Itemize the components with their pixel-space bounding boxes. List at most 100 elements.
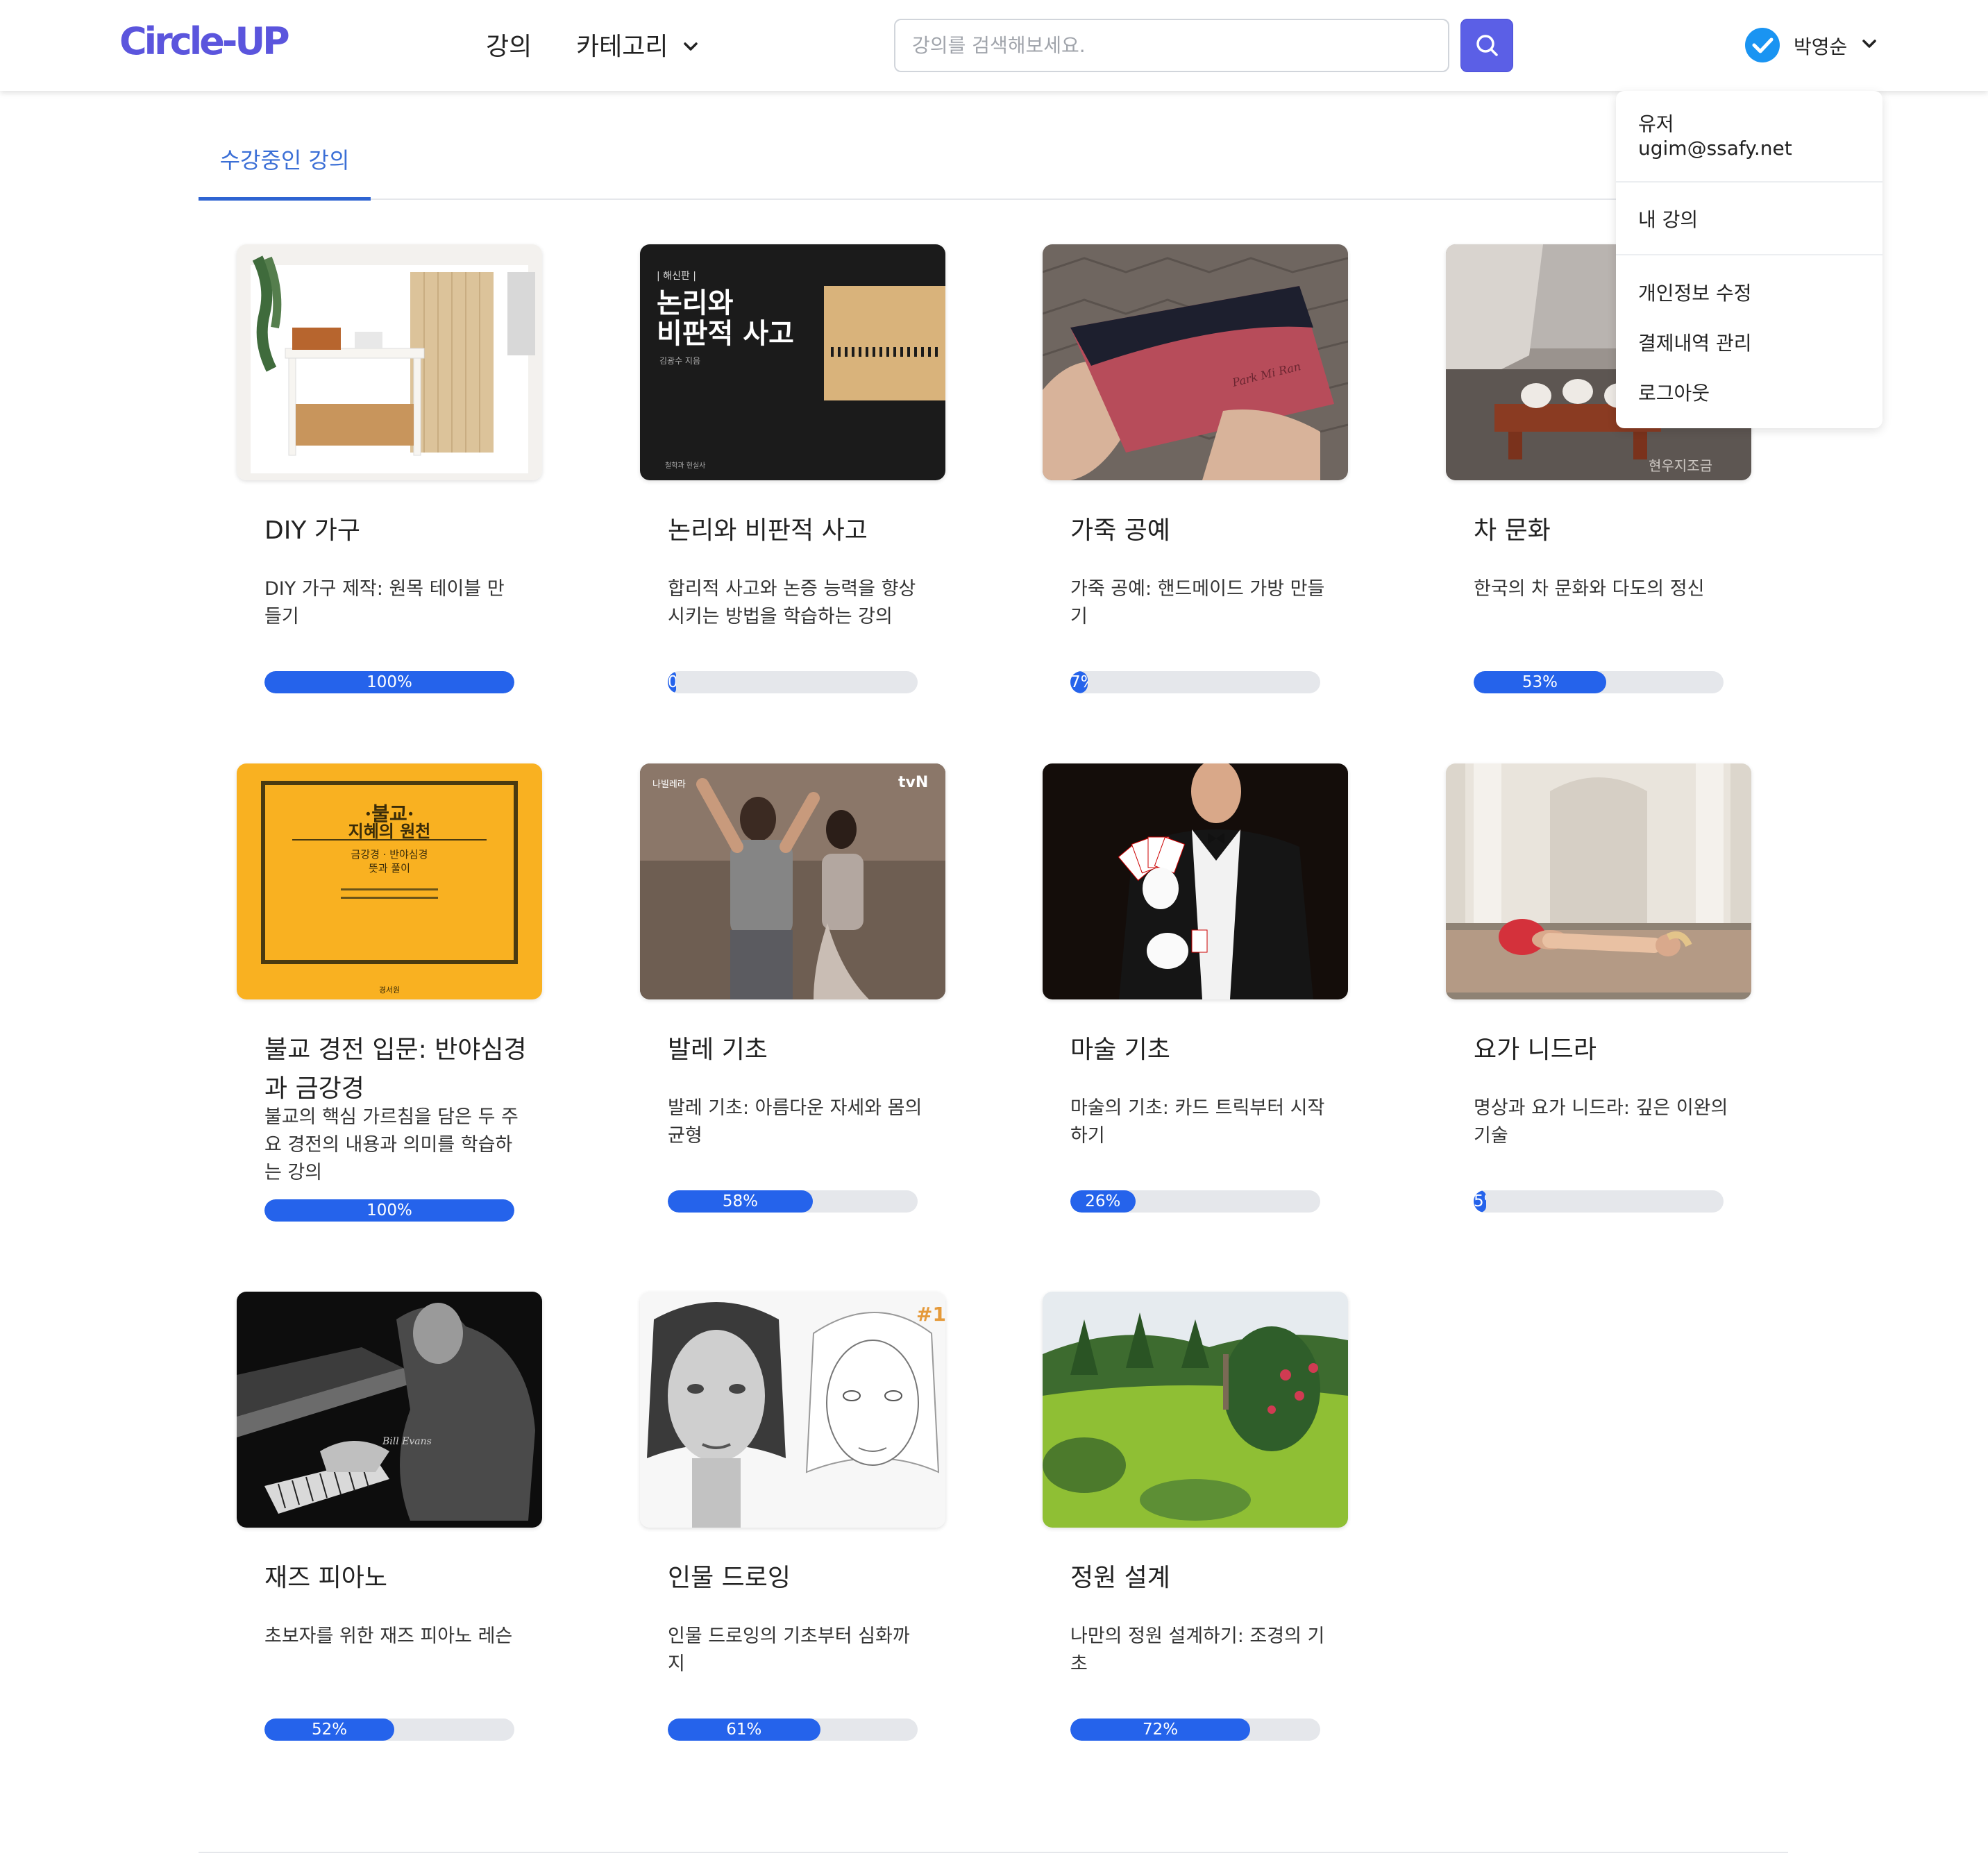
progress-bar: 72% [1070, 1718, 1320, 1741]
progress-bar: 26% [1070, 1190, 1320, 1213]
course-description: 한국의 차 문화와 다도의 정신 [1474, 578, 1705, 600]
progress-label: 100% [367, 1201, 412, 1219]
course-title[interactable]: 차 문화 [1474, 512, 1737, 550]
tab-active-indicator [199, 197, 371, 201]
footer-divider [199, 1852, 1788, 1853]
course-title[interactable]: 발레 기초 [668, 1031, 932, 1070]
course-description: 발레 기초: 아름다운 자세와 몸의 균형 [668, 1097, 923, 1147]
course-card[interactable]: ·불교· 지혜의 원천 금강경 · 반야심경 뜻과 풀이 경서원 불교 경전 입… [237, 763, 542, 1235]
progress-label: 7% [1070, 673, 1088, 691]
course-title[interactable]: 정원 설계 [1070, 1559, 1334, 1598]
progress-bar: 100% [264, 1199, 514, 1222]
course-title[interactable]: 요가 니드라 [1474, 1031, 1737, 1070]
thumb-text: 현우지조금 [1649, 457, 1712, 474]
tab-enrolled-courses[interactable]: 수강중인 강의 [199, 139, 371, 200]
course-thumbnail[interactable]: tvN 나빌레라 [640, 763, 945, 999]
progress-label: 53% [1522, 673, 1558, 691]
course-description: DIY 가구 제작: 원목 테이블 만들기 [264, 578, 505, 627]
course-description: 불교의 핵심 가르침을 담은 두 주요 경전의 내용과 의미를 학습하는 강의 [264, 1106, 519, 1183]
course-thumbnail[interactable]: Bill Evans [237, 1292, 542, 1528]
course-thumbnail[interactable] [1043, 1292, 1348, 1528]
course-thumbnail[interactable]: Park Mi Ran [1043, 244, 1348, 480]
progress-bar: 52% [264, 1718, 514, 1741]
logo[interactable]: Circle-UP [119, 19, 290, 63]
verified-check-icon [1745, 28, 1780, 62]
thumb-text: | 해신판 | [657, 271, 696, 282]
course-thumbnail[interactable] [1446, 763, 1751, 999]
course-title[interactable]: 논리와 비판적 사고 [668, 512, 932, 550]
progress-label: 72% [1143, 1721, 1179, 1739]
course-card[interactable]: 마술 기초 마술의 기초: 카드 트릭부터 시작하기 26% [1043, 763, 1348, 1222]
course-thumbnail[interactable]: | 해신판 | 논리와 비판적 사고 김광수 지음 철학과 현실사 [640, 244, 945, 480]
progress-bar: 100% [264, 671, 514, 693]
progress-bar: 5% [1474, 1190, 1724, 1213]
course-card[interactable]: 정원 설계 나만의 정원 설계하기: 조경의 기초 72% [1043, 1292, 1348, 1750]
progress-label: 100% [367, 673, 412, 691]
course-card[interactable]: #1 인물 드로잉 인물 드로잉의 기초부터 심화까지 61% [640, 1292, 945, 1750]
course-description: 초보자를 위한 재즈 피아노 레슨 [264, 1625, 513, 1647]
progress-bar: 0% [668, 671, 918, 693]
course-description: 마술의 기초: 카드 트릭부터 시작하기 [1070, 1097, 1325, 1147]
progress-label: 26% [1085, 1192, 1121, 1210]
chevron-down-icon[interactable] [682, 37, 700, 56]
course-title[interactable]: 재즈 피아노 [264, 1559, 528, 1598]
course-card[interactable]: Bill Evans 재즈 피아노 초보자를 위한 재즈 피아노 레슨 52% [237, 1292, 542, 1750]
progress-bar: 53% [1474, 671, 1724, 693]
user-dropdown-menu: 유저 ugim@ssafy.net 내 강의 개인정보 수정 결제내역 관리 로… [1616, 91, 1882, 428]
nav-category[interactable]: 카테고리 [576, 26, 668, 62]
search-icon [1476, 35, 1498, 56]
course-card[interactable]: 요가 니드라 명상과 요가 니드라: 깊은 이완의 기술 5% [1446, 763, 1751, 1222]
thumb-text: tvN [898, 774, 928, 791]
thumb-text: 나빌레라 [652, 779, 686, 790]
course-card[interactable]: tvN 나빌레라 발레 기초 발레 기초: 아름다운 자세와 몸의 균형 58% [640, 763, 945, 1222]
course-thumbnail[interactable]: ·불교· 지혜의 원천 금강경 · 반야심경 뜻과 풀이 경서원 [237, 763, 542, 999]
course-card[interactable]: Park Mi Ran 가죽 공예 가죽 공예: 핸드메이드 가방 만들기 7% [1043, 244, 1348, 702]
nav-lecture[interactable]: 강의 [486, 26, 532, 62]
menu-item-my-courses[interactable]: 내 강의 [1638, 205, 1698, 233]
progress-label: 0% [668, 673, 676, 691]
user-role: 유저 [1638, 112, 1674, 135]
thumb-text: 경서원 [379, 986, 400, 995]
course-description: 합리적 사고와 논증 능력을 향상시키는 방법을 학습하는 강의 [668, 578, 916, 627]
search-button[interactable] [1460, 19, 1513, 72]
progress-bar: 61% [668, 1718, 918, 1741]
course-description: 가죽 공예: 핸드메이드 가방 만들기 [1070, 578, 1325, 627]
menu-divider [1616, 254, 1882, 255]
course-description: 명상과 요가 니드라: 깊은 이완의 기술 [1474, 1097, 1728, 1147]
course-card[interactable]: | 해신판 | 논리와 비판적 사고 김광수 지음 철학과 현실사 논리와 비판… [640, 244, 945, 702]
user-email: ugim@ssafy.net [1638, 137, 1792, 160]
course-card[interactable]: DIY 가구 DIY 가구 제작: 원목 테이블 만들기 100% [237, 244, 542, 702]
menu-item-payment-history[interactable]: 결제내역 관리 [1638, 328, 1751, 356]
thumb-text: 김광수 지음 [659, 356, 700, 366]
course-thumbnail[interactable] [1043, 763, 1348, 999]
menu-divider [1616, 181, 1882, 183]
search-input[interactable] [894, 19, 1449, 72]
tab-divider [199, 199, 1788, 200]
menu-item-logout[interactable]: 로그아웃 [1638, 378, 1710, 406]
course-title[interactable]: 가죽 공예 [1070, 512, 1334, 550]
thumb-text: 비판적 사고 [657, 318, 794, 350]
menu-item-edit-profile[interactable]: 개인정보 수정 [1638, 278, 1751, 306]
course-thumbnail[interactable]: #1 [640, 1292, 945, 1528]
user-menu-chevron-icon[interactable] [1860, 35, 1878, 53]
thumb-text: 뜻과 풀이 [369, 862, 410, 875]
progress-label: 61% [726, 1721, 762, 1739]
thumb-text: 논리와 [657, 287, 734, 319]
thumb-text: 지혜의 원천 [348, 821, 431, 841]
course-title[interactable]: DIY 가구 [264, 512, 528, 550]
user-name[interactable]: 박영순 [1794, 32, 1847, 60]
progress-bar: 7% [1070, 671, 1320, 693]
progress-label: 5% [1474, 1192, 1486, 1210]
course-thumbnail[interactable] [237, 244, 542, 480]
progress-label: 58% [722, 1192, 758, 1210]
progress-bar: 58% [668, 1190, 918, 1213]
course-description: 인물 드로잉의 기초부터 심화까지 [668, 1625, 910, 1675]
thumb-text: #1 [916, 1303, 945, 1326]
progress-label: 52% [312, 1721, 348, 1739]
course-title[interactable]: 마술 기초 [1070, 1031, 1334, 1070]
top-navbar: Circle-UP 강의 카테고리 박영순 [0, 0, 1988, 91]
course-title[interactable]: 인물 드로잉 [668, 1559, 932, 1598]
thumb-text: Bill Evans [382, 1436, 432, 1447]
course-description: 나만의 정원 설계하기: 조경의 기초 [1070, 1625, 1325, 1675]
course-title[interactable]: 불교 경전 입문: 반야심경과 금강경 [264, 1031, 528, 1108]
